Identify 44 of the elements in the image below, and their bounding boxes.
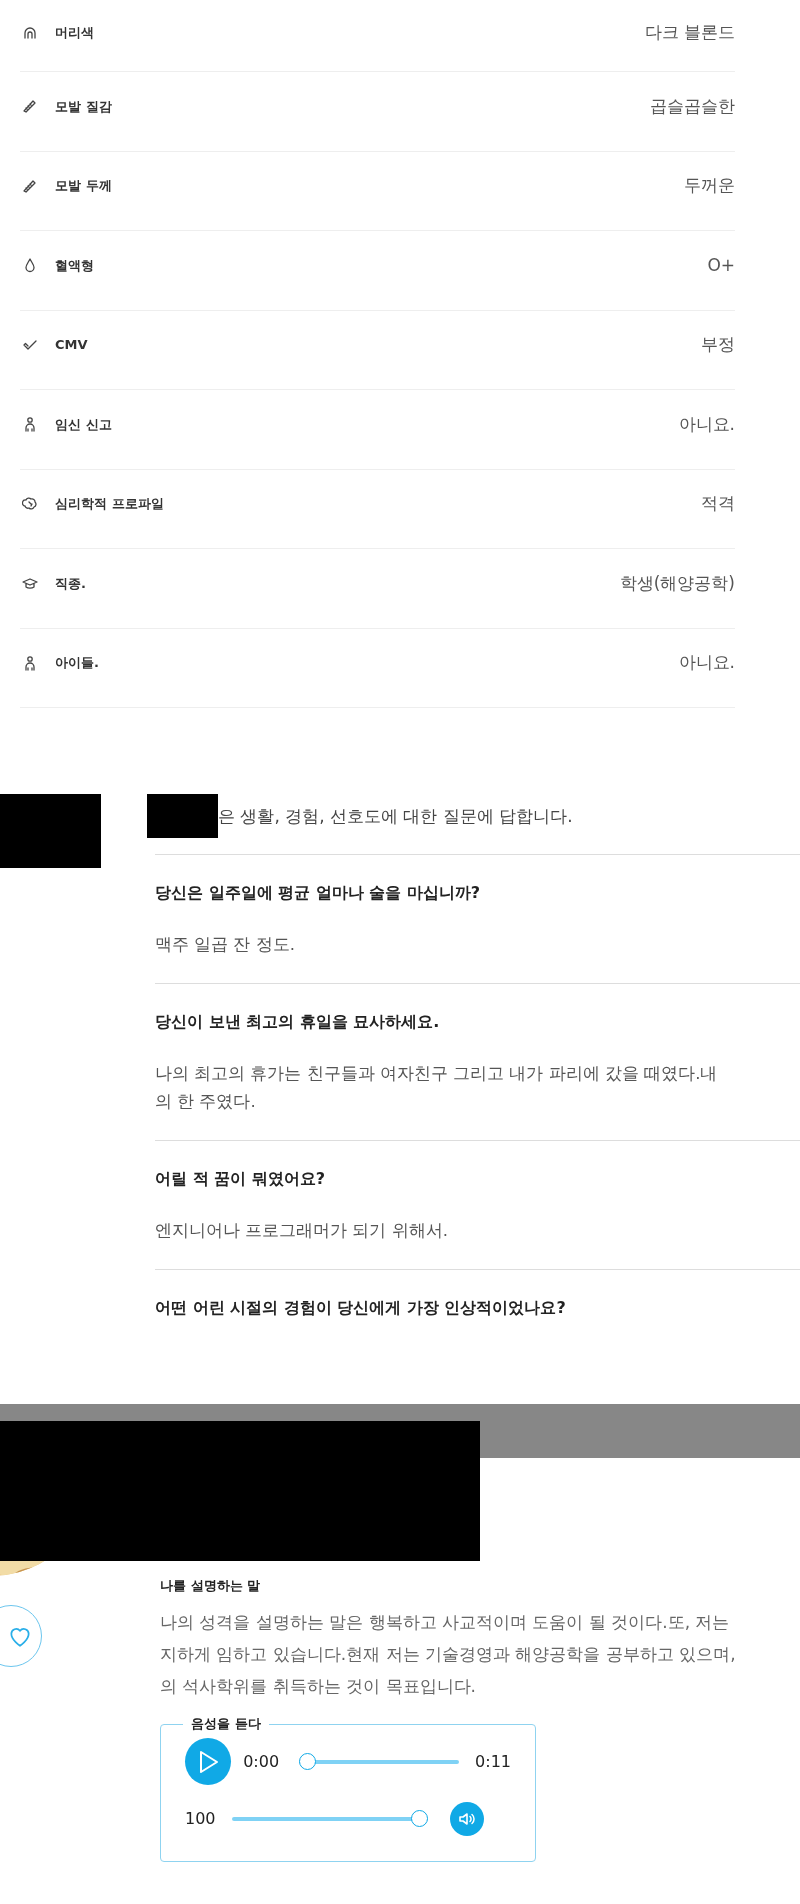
answer-text: 엔지니어나 프로그래머가 되기 위해서.	[155, 1220, 449, 1242]
hair-icon	[22, 24, 38, 41]
attribute-label: 머리색	[55, 23, 94, 42]
attribute-value: 적격	[701, 492, 735, 515]
attribute-value: 아니요.	[678, 651, 735, 674]
attribute-label: CMV	[55, 336, 88, 354]
section-heading: 나를 설명하는 말	[160, 1577, 262, 1595]
volume-reading: 100	[185, 1807, 216, 1830]
attribute-label: 임신 신고	[55, 415, 112, 434]
redaction-block	[147, 794, 218, 838]
attribute-label: 직종.	[55, 574, 86, 593]
duration-time: 0:11	[475, 1750, 511, 1773]
attribute-value: O+	[707, 253, 735, 277]
comb-icon	[22, 98, 38, 115]
attribute-label: 모발 두께	[55, 177, 112, 195]
bio-text: 나의 성격을 설명하는 말은 행복하고 사교적이며 도움이 될 것이다.또, 저는 지하게 임하고 있습니다.현재 저는 기술경영과 해양공학을 공부하고 있으며, 의 석사학위를 취득하는 것이 목표입니다.	[160, 1610, 737, 1698]
question-text: 당신이 보낸 최고의 휴일을 묘사하세요.	[155, 1011, 441, 1033]
drop-icon	[22, 257, 38, 274]
attribute-label: 모발 질감	[55, 97, 112, 116]
attribute-label: 아이들.	[55, 654, 99, 672]
answer-text: 맥주 일곱 잔 정도.	[155, 934, 296, 956]
volume-button[interactable]	[449, 1801, 484, 1836]
elapsed-time: 0:00	[243, 1750, 280, 1773]
attribute-value: 아니요.	[678, 412, 735, 436]
volume-slider[interactable]	[231, 1810, 428, 1827]
person-icon	[22, 654, 38, 671]
attribute-label: 혈액형	[55, 256, 94, 275]
progress-slider[interactable]	[299, 1753, 460, 1770]
question-text: 어떤 어린 시절의 경험이 당신에게 가장 인상적이었나요?	[155, 1297, 567, 1319]
brain-icon	[22, 495, 38, 512]
play-button[interactable]	[185, 1738, 232, 1785]
attribute-value: 다크 블론드	[644, 20, 735, 44]
intro-text: 은 생활, 경험, 선호도에 대한 질문에 답합니다.	[218, 805, 573, 828]
graduation-cap-icon	[22, 575, 38, 592]
attribute-label: 심리학적 프로파일	[55, 495, 164, 513]
attribute-value: 곱슬곱슬한	[650, 94, 735, 118]
question-text: 어릴 적 꿈이 뭐였어요?	[155, 1168, 326, 1190]
attribute-value: 부정	[701, 333, 735, 356]
person-icon	[22, 416, 38, 433]
attribute-value: 두꺼운	[684, 174, 735, 197]
answer-text: 나의 최고의 휴가는 친구들과 여자친구 그리고 내가 파리에 갔을 때였다.내 의 한 주였다.	[155, 1063, 719, 1113]
play-icon	[197, 1749, 220, 1774]
question-text: 당신은 일주일에 평균 얼마나 술을 마십니까?	[155, 882, 482, 904]
attribute-value: 학생(해양공학)	[619, 571, 735, 595]
